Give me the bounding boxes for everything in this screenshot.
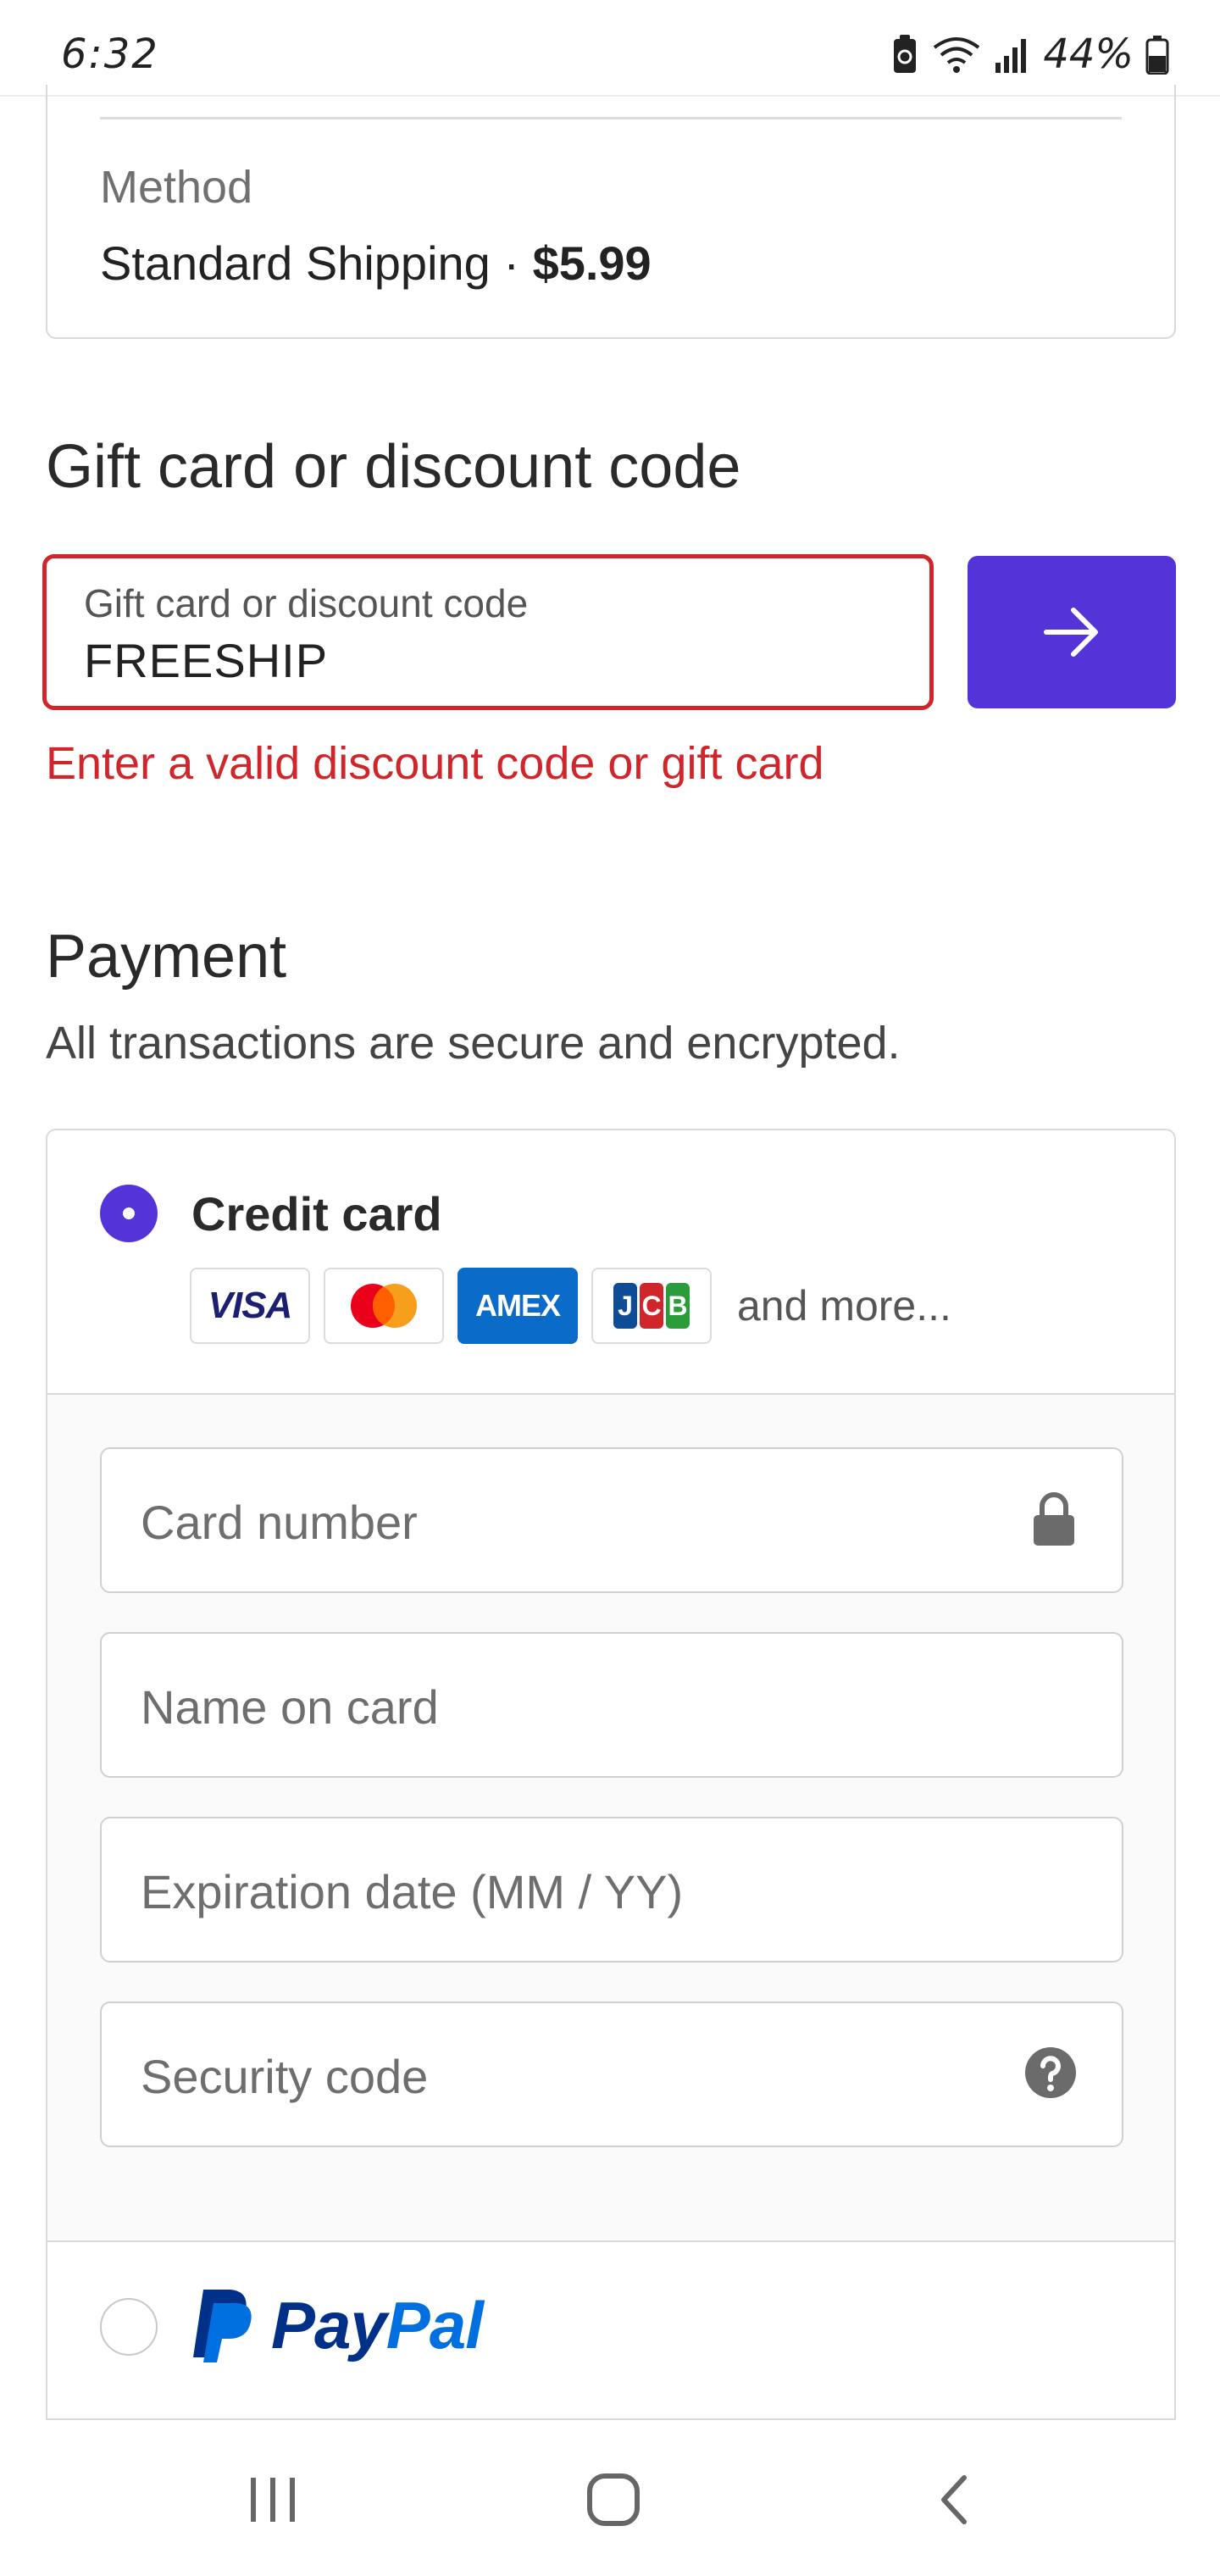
- credit-card-radio[interactable]: [100, 1185, 158, 1242]
- paypal-option[interactable]: PayPal: [47, 2242, 1174, 2420]
- status-time: 6:32: [61, 31, 159, 78]
- method-label: Method: [100, 162, 253, 213]
- shipping-method-card: Method Standard Shipping · $5.99: [46, 85, 1176, 339]
- back-icon: [941, 2475, 967, 2524]
- recents-button[interactable]: [222, 2457, 324, 2542]
- card-number-input[interactable]: Card number: [100, 1447, 1123, 1593]
- back-button[interactable]: [903, 2457, 1005, 2542]
- navigation-bar: [0, 2420, 1220, 2576]
- gift-card-heading: Gift card or discount code: [46, 433, 741, 501]
- expiration-date-input[interactable]: Expiration date (MM / YY): [100, 1817, 1123, 1963]
- wifi-icon: [934, 37, 980, 73]
- discount-code-input[interactable]: Gift card or discount code FREESHIP: [42, 554, 934, 710]
- security-code-input[interactable]: Security code: [100, 2001, 1123, 2147]
- method-value: Standard Shipping · $5.99: [100, 236, 652, 291]
- card-brand-logos: VISA AMEX J C B and more...: [190, 1268, 951, 1344]
- credit-card-option[interactable]: Credit card VISA AMEX J C B and more...: [47, 1130, 1174, 1395]
- payment-subtitle: All transactions are secure and encrypte…: [46, 1018, 901, 1069]
- method-price: $5.99: [532, 236, 652, 290]
- more-cards-text: and more...: [737, 1282, 951, 1330]
- payment-methods: Credit card VISA AMEX J C B and more... …: [46, 1129, 1176, 2501]
- discount-code-label: Gift card or discount code: [84, 581, 529, 625]
- discount-error-message: Enter a valid discount code or gift card: [46, 738, 824, 789]
- discount-code-value[interactable]: FREESHIP: [84, 633, 328, 688]
- name-on-card-input[interactable]: Name on card: [100, 1632, 1123, 1778]
- question-circle-icon[interactable]: [1023, 2046, 1078, 2100]
- battery-icon: [1145, 36, 1169, 75]
- jcb-logo: J C B: [591, 1268, 712, 1344]
- status-icons: 44%: [890, 31, 1169, 78]
- visa-logo: VISA: [190, 1268, 310, 1344]
- amex-logo: AMEX: [458, 1268, 578, 1344]
- arrow-right-icon: [1044, 608, 1098, 657]
- credit-card-form: Card number Name on card Expiration date…: [47, 1395, 1174, 2242]
- home-icon: [587, 2473, 640, 2526]
- battery-percent: 44%: [1043, 31, 1134, 78]
- mastercard-logo: [324, 1268, 444, 1344]
- paypal-p-icon: [193, 2290, 252, 2362]
- lock-icon: [1034, 1492, 1074, 1546]
- divider: [100, 117, 1122, 119]
- home-button[interactable]: [563, 2457, 664, 2542]
- signal-icon: [995, 39, 1027, 73]
- mastercard-icon: [351, 1284, 417, 1328]
- paypal-radio[interactable]: [100, 2298, 158, 2356]
- payment-heading: Payment: [46, 923, 287, 991]
- status-bar: 6:32 44%: [0, 0, 1220, 97]
- apply-discount-button[interactable]: [968, 556, 1176, 708]
- battery-saver-icon: [894, 35, 917, 73]
- method-name: Standard Shipping ·: [100, 236, 533, 290]
- paypal-logo: PayPal: [188, 2286, 484, 2364]
- credit-card-label[interactable]: Credit card: [191, 1186, 442, 1241]
- recents-icon: [251, 2478, 295, 2522]
